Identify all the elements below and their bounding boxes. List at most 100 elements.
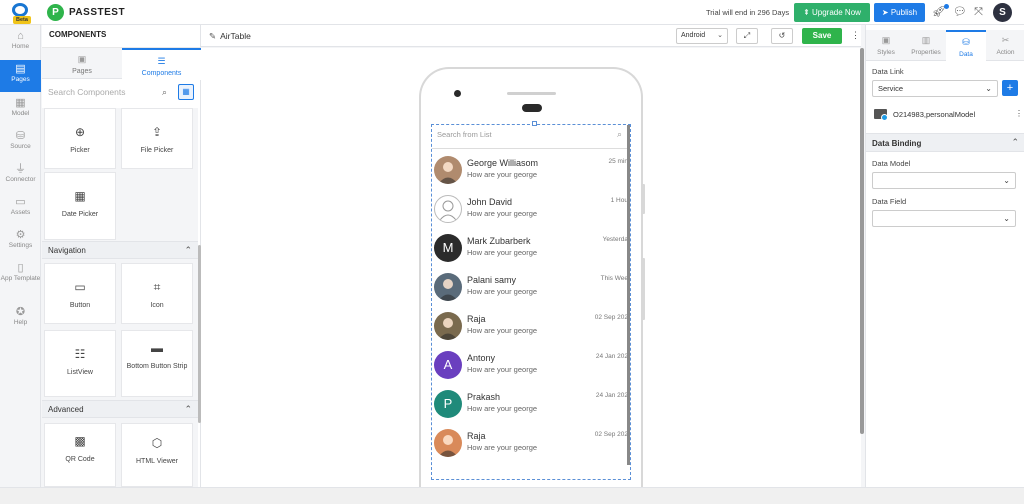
canvas-toolbar: ✎ AirTable Android ⌄ ⤢ ↺ Save ⋮ bbox=[201, 25, 861, 47]
contact-name: Palani samy bbox=[467, 275, 517, 285]
listview-widget[interactable]: Search from List ⌕ George Williasom How a… bbox=[431, 124, 631, 480]
tab-data[interactable]: ⛁ Data bbox=[946, 30, 986, 61]
chat-icon[interactable]: 💬︎ bbox=[953, 6, 967, 19]
plug-icon: ⏚ bbox=[15, 163, 26, 175]
tab-pages[interactable]: ▣ Pages bbox=[42, 48, 122, 80]
tab-components[interactable]: ☰ Components bbox=[122, 48, 201, 80]
trial-notice: Trial will end in 296 Days bbox=[706, 8, 790, 17]
contact-name: Raja bbox=[467, 431, 486, 441]
tile-file-picker[interactable]: ⇪ File Picker bbox=[121, 108, 193, 169]
nav-help[interactable]: ✪ Help bbox=[0, 303, 41, 335]
list-item[interactable]: P Prakash How are your george 24 Jan 202 bbox=[432, 386, 628, 425]
more-vert-icon[interactable]: ⋮ bbox=[851, 30, 860, 41]
data-model-label: Data Model bbox=[872, 159, 911, 168]
nav-connector[interactable]: ⏚ Connector bbox=[0, 160, 41, 192]
list-item[interactable]: Raja How are your george 02 Sep 202 bbox=[432, 308, 628, 347]
list-search-input[interactable]: Search from List bbox=[437, 130, 492, 139]
nav-source[interactable]: ⛁ Source bbox=[0, 127, 41, 159]
upgrade-button[interactable]: ⇞ Upgrade Now bbox=[794, 3, 870, 22]
contact-name: Mark Zubarberk bbox=[467, 236, 531, 246]
list-item[interactable]: M Mark Zubarberk How are your george Yester… bbox=[432, 230, 628, 269]
list-item[interactable]: John David How are your george 1 Hou bbox=[432, 191, 628, 230]
listview-icon: ☷ bbox=[74, 347, 86, 361]
list-item[interactable]: George Williasom How are your george 25 mi… bbox=[432, 152, 628, 191]
file-upload-icon: ⇪ bbox=[151, 125, 163, 139]
data-link-label: Data Link bbox=[872, 67, 904, 76]
undo-button[interactable]: ↺ bbox=[771, 28, 793, 44]
components-search-input[interactable]: Search Components bbox=[48, 87, 173, 97]
project-badge[interactable]: P bbox=[47, 4, 64, 21]
list-scrollbar[interactable] bbox=[627, 125, 630, 465]
rocket-icon[interactable]: 🚀︎ bbox=[932, 6, 946, 19]
logo-ring-icon bbox=[12, 3, 28, 17]
components-tabs: ▣ Pages ☰ Components bbox=[42, 47, 201, 80]
data-model-select[interactable]: ⌄ bbox=[872, 172, 1016, 189]
list-item[interactable]: Palani samy How are your george This Wee bbox=[432, 269, 628, 308]
search-icon[interactable]: ⌕ bbox=[617, 129, 622, 140]
components-list: ⊕ Picker ⇪ File Picker ▦ Date Picker Naviga… bbox=[42, 108, 198, 487]
top-bar: Beta P PASSTEST Trial will end in 296 Da… bbox=[0, 0, 1024, 25]
list-item[interactable]: Raja How are your george 02 Sep 202 bbox=[432, 425, 628, 464]
chevron-down-icon: ⌄ bbox=[985, 84, 992, 93]
tile-button[interactable]: ▭ Button bbox=[44, 263, 116, 324]
database-icon: ⛁ bbox=[15, 130, 26, 142]
chevron-down-icon: ⌄ bbox=[1003, 214, 1010, 223]
search-icon[interactable]: ⌕ bbox=[162, 87, 167, 98]
avatar bbox=[434, 429, 462, 457]
section-navigation[interactable]: Navigation ⌃ bbox=[42, 241, 198, 259]
list-icon: ☰ bbox=[157, 56, 166, 66]
nav-model[interactable]: ▦ Model bbox=[0, 94, 41, 126]
timestamp: Yesterda bbox=[602, 236, 628, 243]
nav-app-template[interactable]: ▯ App Template bbox=[0, 259, 41, 299]
tile-picker[interactable]: ⊕ Picker bbox=[44, 108, 116, 169]
message-preview: How are your george bbox=[467, 404, 538, 413]
message-preview: How are your george bbox=[467, 170, 538, 179]
message-preview: How are your george bbox=[467, 365, 538, 374]
tile-bottom-button-strip[interactable]: ▬ Bottom Button Strip bbox=[121, 330, 193, 397]
fullscreen-icon[interactable]: ⤧ bbox=[972, 6, 985, 19]
user-avatar[interactable]: S bbox=[993, 3, 1012, 22]
tile-date-picker[interactable]: ▦ Date Picker bbox=[44, 172, 116, 240]
section-advanced[interactable]: Advanced ⌃ bbox=[42, 400, 198, 418]
tile-listview[interactable]: ☷ ListView bbox=[44, 330, 116, 397]
section-data-binding[interactable]: Data Binding ⌃ bbox=[866, 133, 1024, 152]
grid-view-button[interactable]: ▦ bbox=[178, 84, 194, 100]
components-panel: COMPONENTS ▣ Pages ☰ Components Search Com… bbox=[42, 25, 201, 487]
icon-grid-icon: ⌗ bbox=[153, 280, 161, 294]
fit-screen-button[interactable]: ⤢ bbox=[736, 28, 758, 44]
add-data-link-button[interactable]: + bbox=[1002, 80, 1018, 96]
publish-button[interactable]: ➤ Publish bbox=[874, 3, 925, 22]
timestamp: 24 Jan 202 bbox=[595, 392, 628, 399]
avatar: A bbox=[434, 351, 462, 379]
page-title: ✎ AirTable bbox=[209, 31, 251, 41]
tab-styles[interactable]: ▣ Styles bbox=[866, 30, 906, 61]
timestamp: 02 Sep 202 bbox=[594, 314, 628, 321]
project-name[interactable]: PASSTEST bbox=[69, 7, 125, 18]
nav-home[interactable]: ⌂ Home bbox=[0, 27, 41, 59]
chevron-up-icon: ⌃ bbox=[184, 404, 192, 414]
nav-pages[interactable]: ▤ Pages bbox=[0, 60, 41, 92]
tile-qr-code[interactable]: ▩ QR Code bbox=[44, 423, 116, 487]
app-logo[interactable]: Beta bbox=[11, 3, 31, 24]
list-item[interactable]: A Antony How are your george 24 Jan 202 bbox=[432, 347, 628, 386]
more-vert-icon[interactable]: ⋮ bbox=[1015, 109, 1023, 118]
save-button[interactable]: Save bbox=[802, 28, 842, 44]
data-link-select[interactable]: Service ⌄ bbox=[872, 80, 998, 97]
chevron-down-icon: ⌄ bbox=[717, 32, 723, 39]
bulb-icon: ✪ bbox=[15, 306, 26, 318]
resize-handle[interactable] bbox=[532, 121, 537, 126]
template-icon: ▯ bbox=[17, 262, 24, 274]
upgrade-label: Upgrade Now bbox=[812, 8, 861, 17]
canvas-scrollbar[interactable] bbox=[860, 48, 864, 434]
device-select[interactable]: Android ⌄ bbox=[676, 28, 728, 44]
nav-assets[interactable]: ▭ Assets bbox=[0, 193, 41, 225]
tab-properties[interactable]: ▥ Properties bbox=[906, 30, 946, 61]
tab-action[interactable]: ✂ Action bbox=[986, 30, 1024, 61]
data-field-select[interactable]: ⌄ bbox=[872, 210, 1016, 227]
avatar bbox=[434, 156, 462, 184]
message-preview: How are your george bbox=[467, 209, 538, 218]
tile-html-viewer[interactable]: ⬡ HTML Viewer bbox=[121, 423, 193, 487]
contact-name: Antony bbox=[467, 353, 496, 363]
tile-icon[interactable]: ⌗ Icon bbox=[121, 263, 193, 324]
nav-settings[interactable]: ⚙ Settings bbox=[0, 226, 41, 258]
